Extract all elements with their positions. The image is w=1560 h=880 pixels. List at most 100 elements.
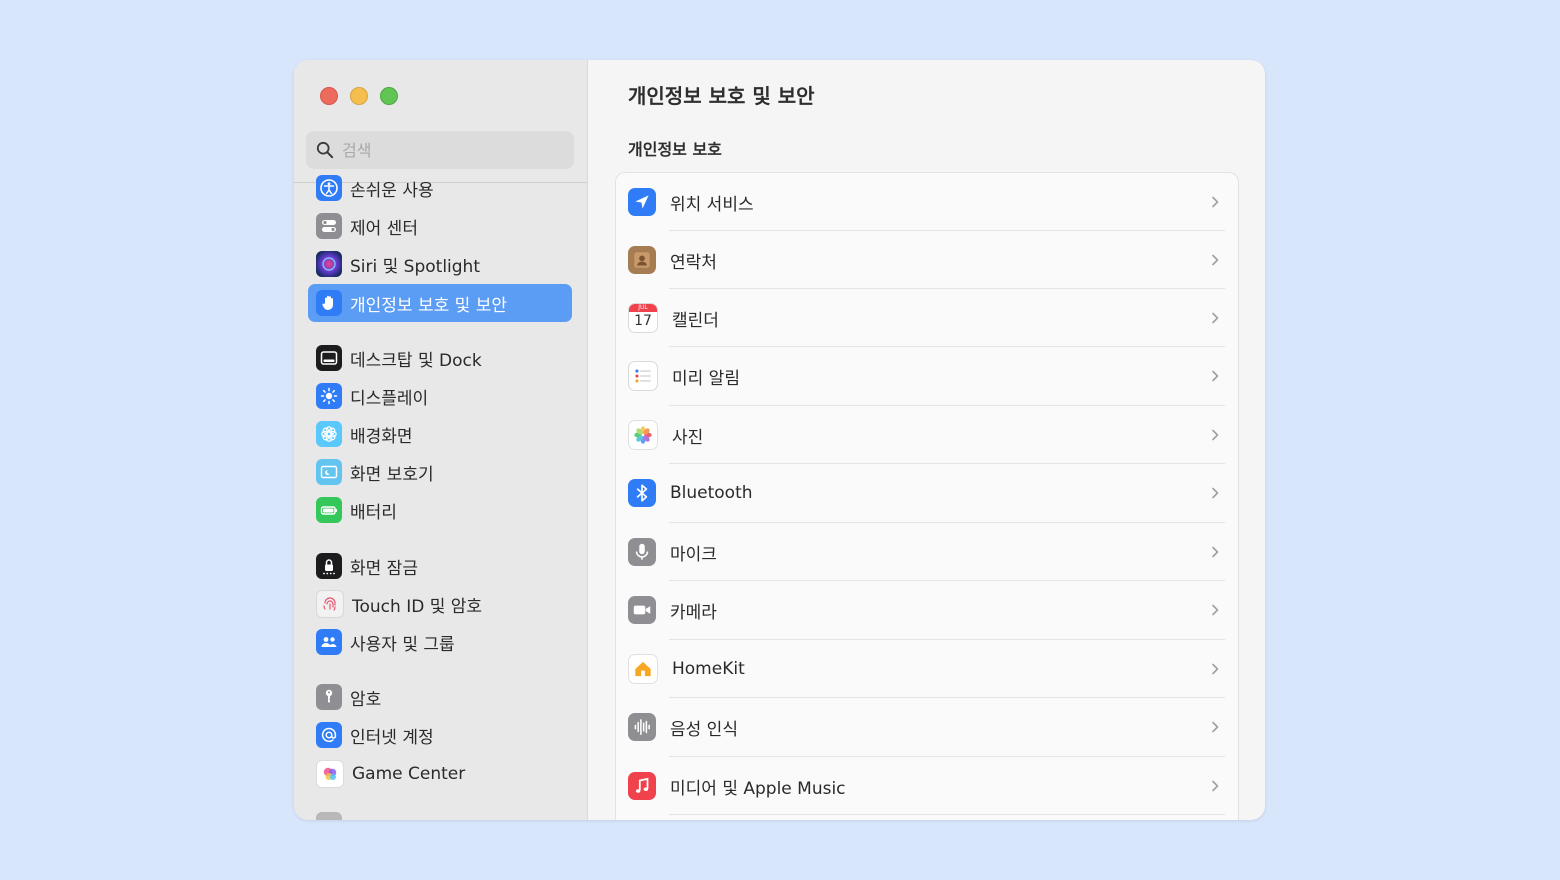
sidebar-item-wallpaper[interactable]: 배경화면 bbox=[308, 415, 572, 453]
sidebar-item-internet-accounts[interactable]: 인터넷 계정 bbox=[308, 716, 572, 754]
row-bluetooth[interactable]: Bluetooth bbox=[616, 464, 1238, 522]
chevron-right-icon bbox=[1212, 780, 1219, 792]
sidebar-item-label: 화면 보호기 bbox=[350, 464, 434, 485]
bluetooth-icon bbox=[628, 479, 656, 507]
chevron-right-icon bbox=[1212, 663, 1219, 675]
sidebar-item-display[interactable]: 디스플레이 bbox=[308, 377, 572, 415]
sidebar-item-lock-screen[interactable]: 화면 잠금 bbox=[308, 547, 572, 585]
photos-icon bbox=[628, 420, 658, 450]
key-icon bbox=[316, 684, 342, 710]
search-field[interactable] bbox=[306, 131, 574, 169]
at-icon bbox=[316, 722, 342, 748]
contacts-icon bbox=[628, 246, 656, 274]
row-calendar[interactable]: JUL 17 캘린더 bbox=[616, 289, 1238, 347]
sidebar-item-label: 제어 센터 bbox=[350, 218, 418, 239]
sidebar-item-users-groups[interactable]: 사용자 및 그룹 bbox=[308, 623, 572, 661]
music-icon bbox=[628, 772, 656, 800]
chevron-right-icon bbox=[1212, 370, 1219, 382]
sidebar: 손쉬운 사용 제어 센터 Siri 및 Spotlight 개인정보 보호 및 … bbox=[294, 60, 588, 820]
sidebar-item-label: 사용자 및 그룹 bbox=[350, 634, 455, 655]
close-button[interactable] bbox=[320, 87, 338, 105]
row-label: 연락처 bbox=[670, 252, 717, 273]
sidebar-item-desktop-dock[interactable]: 데스크탑 및 Dock bbox=[308, 339, 572, 377]
calendar-icon: JUL 17 bbox=[628, 303, 658, 333]
sidebar-item-label: 화면 잠금 bbox=[350, 558, 418, 579]
row-label: 위치 서비스 bbox=[670, 194, 754, 215]
wallpaper-icon bbox=[316, 421, 342, 447]
chevron-right-icon bbox=[1212, 429, 1219, 441]
battery-icon bbox=[316, 497, 342, 523]
sidebar-item-control-center[interactable]: 제어 센터 bbox=[308, 207, 572, 245]
row-divider bbox=[669, 814, 1225, 815]
row-label: 사진 bbox=[672, 427, 704, 448]
chevron-right-icon bbox=[1212, 312, 1219, 324]
sidebar-item-label: 개인정보 보호 및 보안 bbox=[350, 295, 507, 316]
accessibility-icon bbox=[316, 175, 342, 201]
privacy-list: 위치 서비스 연락처 JUL 17 캘린더 미리 알림 사진 Bluetooth… bbox=[615, 172, 1239, 820]
dock-icon bbox=[316, 345, 342, 371]
home-icon bbox=[628, 654, 658, 684]
calendar-month: JUL bbox=[629, 304, 657, 312]
chevron-right-icon bbox=[1212, 604, 1219, 616]
hand-icon bbox=[316, 290, 342, 316]
chevron-right-icon bbox=[1212, 254, 1219, 266]
users-icon bbox=[316, 629, 342, 655]
minimize-button[interactable] bbox=[350, 87, 368, 105]
sidebar-item-screensaver[interactable]: 화면 보호기 bbox=[308, 453, 572, 491]
settings-window: 손쉬운 사용 제어 센터 Siri 및 Spotlight 개인정보 보호 및 … bbox=[294, 60, 1265, 820]
sidebar-item-label: 디스플레이 bbox=[350, 388, 429, 409]
display-icon bbox=[316, 383, 342, 409]
siri-icon bbox=[316, 251, 342, 277]
sidebar-item-label: Touch ID 및 암호 bbox=[352, 596, 483, 617]
row-reminders[interactable]: 미리 알림 bbox=[616, 347, 1238, 405]
sidebar-item-game-center[interactable]: Game Center bbox=[308, 755, 572, 793]
row-label: HomeKit bbox=[672, 659, 745, 679]
sidebar-item-label: 손쉬운 사용 bbox=[350, 180, 434, 201]
row-label: 캘린더 bbox=[672, 310, 719, 331]
sidebar-item-accessibility[interactable]: 손쉬운 사용 bbox=[308, 169, 572, 207]
row-location-services[interactable]: 위치 서비스 bbox=[616, 173, 1238, 231]
sidebar-item-siri[interactable]: Siri 및 Spotlight bbox=[308, 245, 572, 283]
row-contacts[interactable]: 연락처 bbox=[616, 231, 1238, 289]
row-speech-recognition[interactable]: 음성 인식 bbox=[616, 698, 1238, 756]
row-photos[interactable]: 사진 bbox=[616, 406, 1238, 464]
sidebar-item-passwords[interactable]: 암호 bbox=[308, 678, 572, 716]
location-icon bbox=[628, 188, 656, 216]
row-label: 음성 인식 bbox=[670, 719, 738, 740]
section-title: 개인정보 보호 bbox=[628, 140, 722, 159]
page-title: 개인정보 보호 및 보안 bbox=[628, 84, 815, 108]
speech-icon bbox=[628, 713, 656, 741]
reminders-icon bbox=[628, 361, 658, 391]
sidebar-item-label: 암호 bbox=[350, 689, 382, 710]
zoom-button[interactable] bbox=[380, 87, 398, 105]
row-label: 마이크 bbox=[670, 544, 717, 565]
chevron-right-icon bbox=[1212, 196, 1219, 208]
sidebar-item-battery[interactable]: 배터리 bbox=[308, 491, 572, 529]
row-microphone[interactable]: 마이크 bbox=[616, 523, 1238, 581]
search-icon bbox=[316, 141, 334, 159]
sidebar-item-label: Siri 및 Spotlight bbox=[350, 256, 480, 277]
microphone-icon bbox=[628, 538, 656, 566]
calendar-day: 17 bbox=[634, 313, 652, 329]
sidebar-item-label: 배경화면 bbox=[350, 426, 413, 447]
row-homekit[interactable]: HomeKit bbox=[616, 640, 1238, 698]
row-label: Bluetooth bbox=[670, 483, 753, 503]
window-controls bbox=[320, 87, 398, 105]
search-input[interactable] bbox=[342, 140, 542, 160]
game-center-icon bbox=[316, 760, 344, 788]
fingerprint-icon bbox=[316, 590, 344, 618]
chevron-right-icon bbox=[1212, 721, 1219, 733]
sidebar-item-touch-id[interactable]: Touch ID 및 암호 bbox=[308, 585, 572, 623]
sidebar-item-privacy-security[interactable]: 개인정보 보호 및 보안 bbox=[308, 284, 572, 322]
control-center-icon bbox=[316, 213, 342, 239]
row-camera[interactable]: 카메라 bbox=[616, 581, 1238, 639]
camera-icon bbox=[628, 596, 656, 624]
row-label: 미리 알림 bbox=[672, 368, 740, 389]
row-label: 미디어 및 Apple Music bbox=[670, 778, 846, 799]
row-media-apple-music[interactable]: 미디어 및 Apple Music bbox=[616, 757, 1238, 815]
main-pane: 개인정보 보호 및 보안 개인정보 보호 위치 서비스 연락처 JUL 17 캘… bbox=[588, 60, 1265, 820]
sidebar-item-label: 데스크탑 및 Dock bbox=[350, 350, 482, 371]
sidebar-next-item-icon bbox=[316, 812, 342, 820]
sidebar-item-label: 배터리 bbox=[350, 502, 397, 523]
screensaver-icon bbox=[316, 459, 342, 485]
